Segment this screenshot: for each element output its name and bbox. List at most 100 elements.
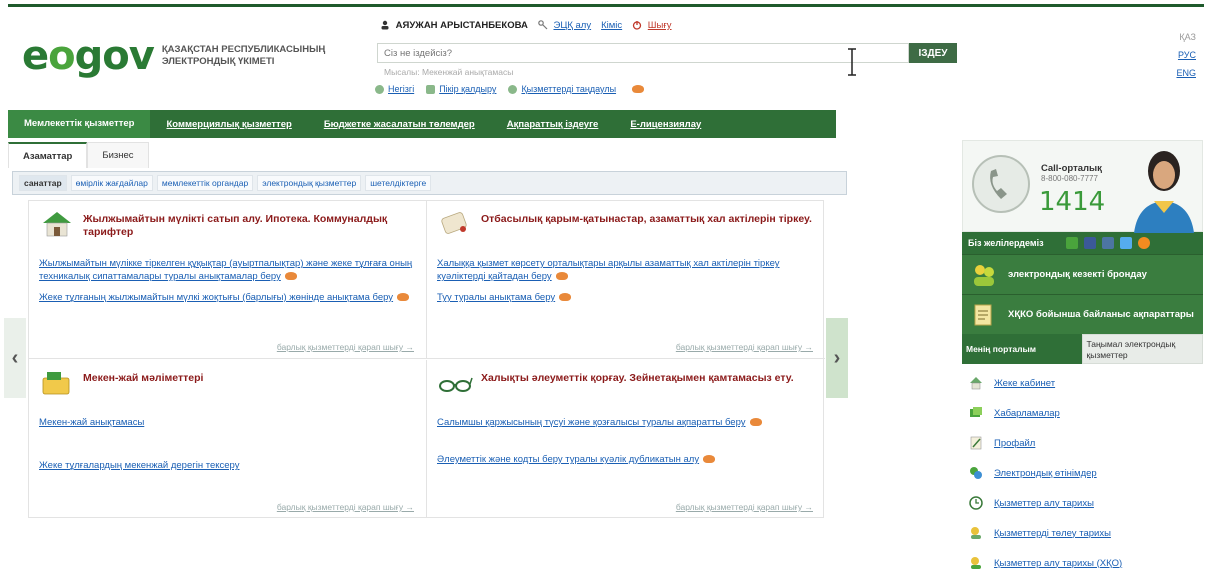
carousel-next-button[interactable]: › — [826, 318, 848, 398]
service-block-family: Отбасылық қарым-қатынастар, азаматтық ха… — [427, 201, 825, 359]
nav-state-services[interactable]: Мемлекеттік қызметтер — [8, 110, 151, 138]
nav-e-licensing[interactable]: Е-лицензиялау — [614, 119, 717, 130]
search-input[interactable] — [377, 43, 909, 63]
quick-link-favorites-label[interactable]: Қызметтерді таңдаулы — [521, 84, 616, 94]
portal-link-label[interactable]: Жеке кабинет — [994, 378, 1055, 389]
feedback-icon — [426, 85, 436, 95]
service-link[interactable]: Жеке тұлғалардың мекенжай дерегін тексер… — [39, 460, 239, 471]
favorites-icon — [508, 85, 518, 95]
twitter-icon[interactable] — [1119, 237, 1132, 249]
language-switcher: ҚАЗ РУС ENG — [1176, 32, 1196, 78]
service-item: Әлеуметтік және кодты беру туралы куәлік… — [437, 453, 815, 466]
tab-citizens[interactable]: Азаматтар — [8, 142, 88, 168]
favorite-icon[interactable] — [284, 272, 297, 281]
portal-link-services-history-pscs[interactable]: Қызметтер алу тарихы (ХҚО) — [968, 548, 1203, 578]
search-hint: Мысалы: Мекенжай анықтамасы — [384, 67, 514, 77]
promo-contact-info[interactable]: ХҚКО бойынша байланыс ақпараттары — [962, 294, 1203, 334]
social-network-icon[interactable] — [1065, 237, 1078, 249]
portal-links: Жеке кабинет Хабарламалар Профайл Электр… — [962, 364, 1203, 578]
service-item: Халыққа қызмет көрсету орталықтары арқыл… — [437, 257, 815, 283]
portal-link-label[interactable]: Қызметтер алу тарихы — [994, 498, 1094, 509]
cat-foreigners[interactable]: шетелдіктерге — [365, 175, 432, 191]
people-icon — [974, 264, 994, 286]
egov-logo[interactable]: eogov ҚАЗАҚСТАН РЕСПУБЛИКАСЫНЫҢ ЭЛЕКТРОН… — [22, 36, 382, 76]
house-icon — [43, 212, 71, 237]
portal-link-e-requests[interactable]: Электрондық өтінімдер — [968, 458, 1203, 488]
portal-link-label[interactable]: Хабарламалар — [994, 408, 1060, 419]
search-bar: ІЗДЕУ — [377, 43, 957, 63]
cat-e-services[interactable]: электрондық қызметтер — [257, 175, 362, 191]
messages-icon — [970, 407, 982, 417]
vk-icon[interactable] — [1101, 237, 1114, 249]
portal-link-messages[interactable]: Хабарламалар — [968, 398, 1203, 428]
service-block-title: Отбасылық қарым-қатынастар, азаматтық ха… — [481, 213, 812, 225]
nav-budget-payments[interactable]: Бюджетке жасалатын төлемдер — [308, 119, 491, 130]
view-all-services-link[interactable]: барлық қызметтерді қарап шығу → — [676, 342, 813, 352]
portal-link-cabinet[interactable]: Жеке кабинет — [968, 368, 1203, 398]
favorite-icon[interactable] — [559, 293, 572, 302]
glasses-icon — [439, 377, 473, 392]
tab-business[interactable]: Бизнес — [87, 142, 149, 168]
service-link[interactable]: Жылжымайтын мүлікке тіркелген құқықтар (… — [39, 258, 412, 282]
get-eds-link[interactable]: ЭЦҚ алу — [553, 20, 591, 31]
portal-link-services-history[interactable]: Қызметтер алу тарихы — [968, 488, 1203, 518]
quick-link-feedback-label[interactable]: Пікір қалдыру — [439, 84, 496, 94]
service-link[interactable]: Салымшы қаржысының түсуі және қозғалысы … — [437, 417, 746, 428]
user-bar: АЯУЖАН АРЫСТАНБЕКОВА ЭЦҚ алу Кіміс Шығу — [380, 20, 672, 31]
operator-avatar-icon — [1134, 151, 1194, 233]
service-item: Жеке тұлғалардың мекенжай дерегін тексер… — [39, 459, 416, 472]
settings-link[interactable]: Кіміс — [601, 20, 622, 31]
right-sidebar: Call-орталық 8-800-080-7777 1414 Біз жел… — [962, 140, 1203, 578]
quick-link-feedback[interactable]: Пікір қалдыру — [426, 84, 496, 95]
service-link[interactable]: Әлеуметтік және кодты беру туралы куәлік… — [437, 454, 699, 465]
view-all-services-link[interactable]: барлық қызметтерді қарап шығу → — [277, 502, 414, 512]
portal-link-label[interactable]: Қызметтерді төлеу тарихы — [994, 528, 1111, 539]
lang-rus[interactable]: РУС — [1176, 50, 1196, 60]
promo-label: электрондық кезекті брондау — [1008, 268, 1147, 280]
call-center-box: Call-орталық 8-800-080-7777 1414 — [962, 140, 1203, 233]
portal-link-label[interactable]: Электрондық өтінімдер — [994, 468, 1097, 479]
favorite-icon[interactable] — [749, 418, 762, 427]
portal-link-label[interactable]: Профайл — [994, 438, 1035, 449]
lang-kaz[interactable]: ҚАЗ — [1176, 32, 1196, 42]
service-link[interactable]: Туу туралы анықтама беру — [437, 292, 555, 303]
portal-link-payment-history[interactable]: Қызметтерді төлеу тарихы — [968, 518, 1203, 548]
promo-e-queue[interactable]: электрондық кезекті брондау — [962, 254, 1203, 294]
favorite-icon[interactable] — [555, 272, 568, 281]
service-link[interactable]: Жеке тұлғаның жылжымайтын мүлкі жоқтығы … — [39, 292, 393, 303]
text-cursor-icon — [848, 48, 856, 76]
cat-life-situations[interactable]: өмірлік жағдайлар — [70, 175, 153, 191]
mailbox-icon — [42, 372, 70, 395]
favorite-icon[interactable] — [397, 293, 410, 302]
service-block-real-estate: Жылжымайтын мүлікті сатып алу. Ипотека. … — [29, 201, 427, 359]
logout-link[interactable]: Шығу — [648, 20, 672, 31]
promo-label: ХҚКО бойынша байланыс ақпараттары — [1008, 308, 1194, 320]
top-border-line — [8, 4, 1204, 7]
nav-info-search[interactable]: Ақпараттық іздеуге — [491, 119, 615, 130]
view-all-services-link[interactable]: барлық қызметтерді қарап шығу → — [277, 342, 414, 352]
favorite-icon[interactable] — [703, 455, 716, 464]
quick-link-home[interactable]: Негізгі — [375, 84, 414, 95]
portal-link-label[interactable]: Қызметтер алу тарихы (ХҚО) — [994, 558, 1122, 569]
service-link[interactable]: Мекен-жай анықтамасы — [39, 417, 144, 428]
quick-link-favorites[interactable]: Қызметтерді таңдаулы — [508, 84, 616, 95]
rss-icon[interactable] — [1137, 237, 1150, 249]
search-button[interactable]: ІЗДЕУ — [909, 43, 957, 63]
favorite-icon — [632, 85, 645, 94]
quick-links: Негізгі Пікір қалдыру Қызметтерді таңдау… — [375, 84, 645, 95]
chevron-right-icon: › — [833, 346, 841, 369]
lang-eng[interactable]: ENG — [1176, 68, 1196, 78]
carousel-prev-button[interactable]: ‹ — [4, 318, 26, 398]
view-all-services-link[interactable]: барлық қызметтерді қарап шығу → — [676, 502, 813, 512]
portal-link-profile[interactable]: Профайл — [968, 428, 1203, 458]
service-link[interactable]: Халыққа қызмет көрсету орталықтары арқыл… — [437, 258, 780, 282]
cat-state-bodies[interactable]: мемлекеттік органдар — [156, 175, 254, 191]
nav-commercial-services[interactable]: Коммерциялық қызметтер — [150, 119, 307, 130]
tab-popular-services[interactable]: Таңымал электрондық қызметтер — [1081, 334, 1203, 364]
cat-categories[interactable]: санаттар — [19, 175, 67, 191]
tab-my-portal[interactable]: Менің порталым — [962, 334, 1082, 364]
home-icon — [375, 85, 384, 95]
document-icon — [974, 304, 992, 325]
facebook-icon[interactable] — [1083, 237, 1096, 249]
quick-link-home-label[interactable]: Негізгі — [388, 84, 414, 94]
